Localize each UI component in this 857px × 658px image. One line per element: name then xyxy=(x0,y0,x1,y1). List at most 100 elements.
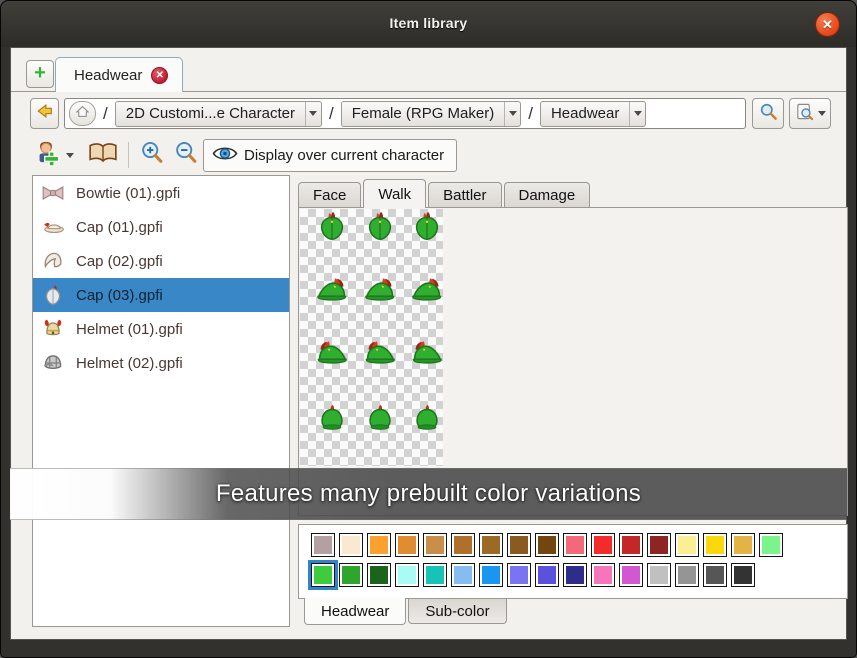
color-swatch[interactable] xyxy=(311,533,335,557)
color-swatch[interactable] xyxy=(535,563,559,587)
color-swatch[interactable] xyxy=(451,563,475,587)
breadcrumb-bar[interactable]: / 2D Customi...e Character / Female (RPG… xyxy=(64,98,746,129)
list-item-cap-03[interactable]: Cap (03).gpfi xyxy=(33,278,289,312)
add-character-icon xyxy=(31,138,61,173)
search-options-button[interactable] xyxy=(789,98,831,129)
color-swatch[interactable] xyxy=(367,563,391,587)
color-swatch[interactable] xyxy=(367,533,391,557)
search-button[interactable] xyxy=(752,98,784,129)
list-item-helmet-01[interactable]: Helmet (01).gpfi xyxy=(33,312,289,346)
display-toggle-label: Display over current character xyxy=(244,147,444,164)
home-button[interactable] xyxy=(69,101,96,126)
cap-sprite-side-right xyxy=(363,274,397,308)
breadcrumb-type-label: Headwear xyxy=(541,102,629,126)
breadcrumb-separator: / xyxy=(526,104,535,124)
book-icon xyxy=(88,141,118,170)
cap-sprite-back xyxy=(363,210,397,244)
color-swatch[interactable] xyxy=(395,533,419,557)
tab-close-icon[interactable]: ✕ xyxy=(151,67,168,84)
color-swatch[interactable] xyxy=(675,563,699,587)
color-swatch[interactable] xyxy=(507,563,531,587)
breadcrumb-dropdown-type[interactable]: Headwear xyxy=(540,101,646,127)
back-button[interactable] xyxy=(30,98,59,129)
tab-headwear[interactable]: Headwear ✕ xyxy=(55,57,183,92)
color-swatch[interactable] xyxy=(675,533,699,557)
breadcrumb-dropdown-category[interactable]: 2D Customi...e Character xyxy=(115,101,322,127)
color-swatch[interactable] xyxy=(395,563,419,587)
color-swatch[interactable] xyxy=(647,563,671,587)
window-title: Item library xyxy=(1,15,856,31)
color-swatch[interactable] xyxy=(647,533,671,557)
add-character-button[interactable] xyxy=(31,138,74,173)
cap-02-icon xyxy=(40,248,66,274)
document-tab-bar: + Headwear ✕ xyxy=(11,48,846,92)
breadcrumb-dropdown-subcategory[interactable]: Female (RPG Maker) xyxy=(341,101,522,127)
list-item-label: Helmet (01).gpfi xyxy=(76,321,183,338)
preview-tab-strip: Face Walk Battler Damage xyxy=(298,179,592,208)
list-item-cap-01[interactable]: Cap (01).gpfi xyxy=(33,210,289,244)
color-swatch[interactable] xyxy=(339,563,363,587)
color-swatch[interactable] xyxy=(619,563,643,587)
chevron-down-icon[interactable] xyxy=(66,153,74,158)
color-swatch[interactable] xyxy=(423,563,447,587)
list-item-helmet-02[interactable]: Helmet (02).gpfi xyxy=(33,346,289,380)
tab-headwear-layer[interactable]: Headwear xyxy=(304,598,406,625)
color-swatch[interactable] xyxy=(479,563,503,587)
cap-sprite-front xyxy=(363,401,397,435)
chevron-down-icon[interactable] xyxy=(504,102,520,126)
display-over-character-toggle[interactable]: Display over current character xyxy=(203,139,457,172)
tab-walk[interactable]: Walk xyxy=(363,179,426,208)
list-item-label: Cap (01).gpfi xyxy=(76,219,163,236)
layer-tab-strip: Headwear Sub-color xyxy=(304,599,509,625)
color-swatch[interactable] xyxy=(591,563,615,587)
color-swatch[interactable] xyxy=(731,533,755,557)
color-swatch[interactable] xyxy=(451,533,475,557)
search-options-icon xyxy=(795,102,814,126)
color-swatch[interactable] xyxy=(619,533,643,557)
tab-face[interactable]: Face xyxy=(298,182,361,208)
color-swatch[interactable] xyxy=(563,563,587,587)
window-close-button[interactable]: ✕ xyxy=(815,12,840,37)
home-icon xyxy=(75,104,90,124)
color-swatch[interactable] xyxy=(703,533,727,557)
eye-icon xyxy=(212,145,238,166)
titlebar[interactable]: Item library ✕ xyxy=(1,1,856,47)
tutorial-caption-overlay: Features many prebuilt color variations xyxy=(10,468,847,520)
zoom-out-button[interactable] xyxy=(173,140,199,171)
list-item-label: Cap (02).gpfi xyxy=(76,253,163,270)
list-item-label: Cap (03).gpfi xyxy=(76,287,163,304)
cap-sprite-side-left xyxy=(410,337,444,371)
color-swatch[interactable] xyxy=(563,533,587,557)
color-swatch[interactable] xyxy=(423,533,447,557)
cap-sprite-back xyxy=(410,210,444,244)
sprite-grid xyxy=(300,209,443,466)
tab-sub-color[interactable]: Sub-color xyxy=(408,599,506,624)
color-swatch[interactable] xyxy=(731,563,755,587)
tab-damage[interactable]: Damage xyxy=(504,182,591,208)
new-tab-button[interactable]: + xyxy=(26,60,54,88)
list-item-label: Bowtie (01).gpfi xyxy=(76,185,180,202)
helmet-01-icon xyxy=(40,316,66,342)
chevron-down-icon[interactable] xyxy=(629,102,645,126)
color-swatch[interactable] xyxy=(339,533,363,557)
color-palette-panel xyxy=(298,524,848,599)
search-icon xyxy=(759,102,778,126)
color-swatch[interactable] xyxy=(479,533,503,557)
toolbar-divider xyxy=(128,142,129,168)
color-swatch[interactable] xyxy=(703,563,727,587)
list-item-bowtie-01[interactable]: Bowtie (01).gpfi xyxy=(33,176,289,210)
zoom-in-button[interactable] xyxy=(139,140,165,171)
cap-sprite-front xyxy=(410,401,444,435)
color-swatch[interactable] xyxy=(311,563,335,587)
chevron-down-icon[interactable] xyxy=(305,102,321,126)
color-swatch[interactable] xyxy=(507,533,531,557)
color-swatch[interactable] xyxy=(591,533,615,557)
item-list[interactable]: Bowtie (01).gpfi Cap (01).gpfi Cap (02).… xyxy=(32,175,290,627)
color-swatch[interactable] xyxy=(535,533,559,557)
tab-battler[interactable]: Battler xyxy=(428,182,501,208)
color-swatch[interactable] xyxy=(759,533,783,557)
list-item-cap-02[interactable]: Cap (02).gpfi xyxy=(33,244,289,278)
zoom-in-icon xyxy=(139,140,165,171)
library-book-button[interactable] xyxy=(88,141,118,170)
caption-text: Features many prebuilt color variations xyxy=(216,480,641,508)
